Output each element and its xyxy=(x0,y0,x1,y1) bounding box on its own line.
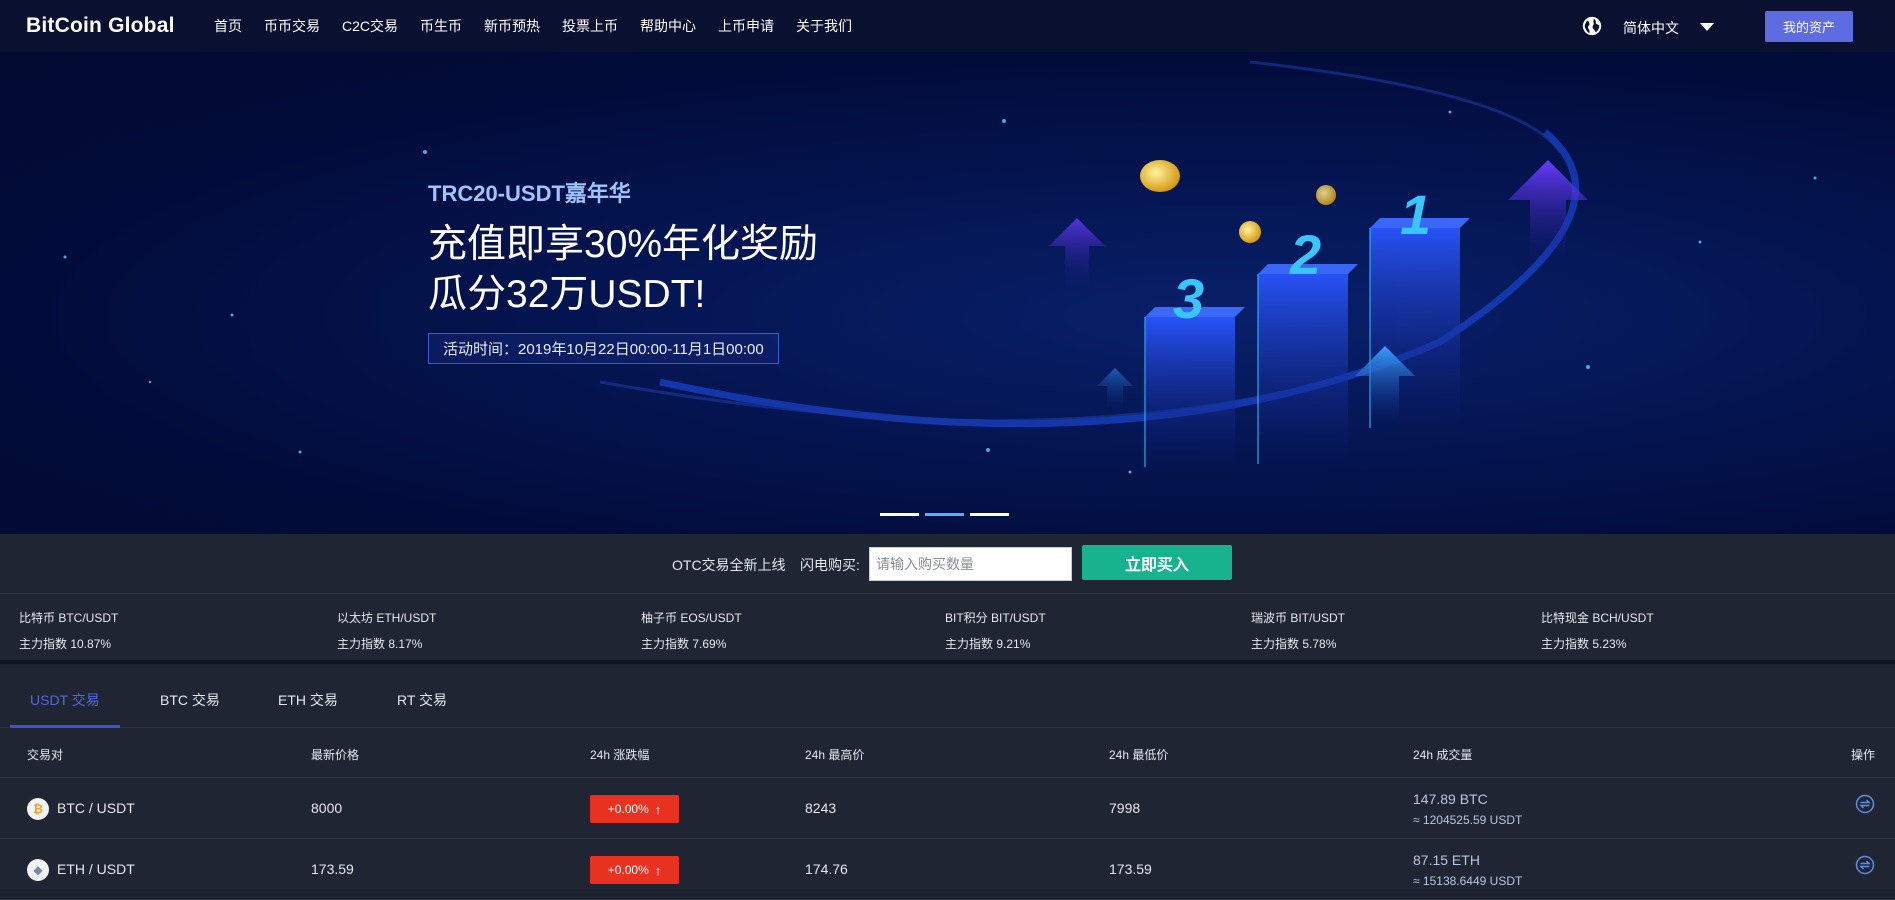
site-logo[interactable]: BitCoin Global xyxy=(26,14,175,38)
nav-links: 首页 币币交易 C2C交易 币生币 新币预热 投票上币 帮助中心 上币申请 关于… xyxy=(214,16,874,36)
row-high: 8243 xyxy=(805,800,837,816)
nav-link-about-us[interactable]: 关于我们 xyxy=(796,16,852,36)
carousel-dot[interactable] xyxy=(880,513,919,516)
ticker-index: 主力指数 7.69% xyxy=(641,637,727,651)
nav-link-home[interactable]: 首页 xyxy=(214,16,242,36)
tab-eth-trade[interactable]: ETH 交易 xyxy=(278,690,338,710)
podium-number-1: 1 xyxy=(1400,183,1431,246)
otc-quick-buy-bar: OTC交易全新上线 闪电购买: 立即买入 xyxy=(0,534,1895,594)
change-value: +0.00% xyxy=(607,863,649,877)
row-pair[interactable]: BTC / USDT xyxy=(57,800,135,816)
row-volume: 147.89 BTC xyxy=(1413,791,1488,807)
col-24h-low: 24h 最低价 xyxy=(1109,748,1169,762)
nav-link-spot-trade[interactable]: 币币交易 xyxy=(264,16,320,36)
col-24h-high: 24h 最高价 xyxy=(805,748,865,762)
bitcoin-icon: ₿ xyxy=(27,798,49,820)
ticker-index: 主力指数 5.23% xyxy=(1541,637,1627,651)
col-24h-volume: 24h 成交量 xyxy=(1413,748,1473,762)
nav-link-c2c-trade[interactable]: C2C交易 xyxy=(342,16,398,36)
nav-link-help-center[interactable]: 帮助中心 xyxy=(640,16,696,36)
banner-subtitle: TRC20-USDT嘉年华 xyxy=(428,181,631,206)
language-selector[interactable]: 简体中文 xyxy=(1623,18,1679,38)
banner-headline-line2: 瓜分32万USDT! xyxy=(428,273,706,316)
col-actions: 操作 xyxy=(1851,748,1876,762)
banner-illustration: 1 2 3 xyxy=(63,60,1817,474)
change-badge: +0.00% ↑ xyxy=(590,795,679,823)
row-pair[interactable]: ETH / USDT xyxy=(57,861,135,877)
banner-headline: 充值即享30%年化奖励 瓜分32万USDT! xyxy=(428,220,818,320)
carousel-indicators xyxy=(880,513,1009,516)
market-tabs: USDT 交易 BTC 交易 ETH 交易 RT 交易 xyxy=(0,668,1895,728)
row-low: 173.59 xyxy=(1109,861,1152,877)
carousel-dot-active[interactable] xyxy=(925,513,964,516)
row-volume: 87.15 ETH xyxy=(1413,852,1480,868)
ticker-item[interactable]: 柚子币 EOS/USDT 主力指数 7.69% xyxy=(641,609,742,652)
nav-link-coin-earn[interactable]: 币生币 xyxy=(420,16,462,36)
table-header: 交易对 最新价格 24h 涨跌幅 24h 最高价 24h 最低价 24h 成交量… xyxy=(0,728,1895,778)
row-volume-usdt: ≈ 15138.6449 USDT xyxy=(1413,874,1523,888)
ticker-item[interactable]: 比特现金 BCH/USDT 主力指数 5.23% xyxy=(1541,609,1654,652)
arrow-up-icon: ↑ xyxy=(654,801,662,817)
carousel-dot[interactable] xyxy=(970,513,1009,516)
col-24h-change: 24h 涨跌幅 xyxy=(590,748,650,762)
podium-number-2: 2 xyxy=(1289,223,1321,286)
table-row[interactable]: ₿ BTC / USDT 8000 +0.00% ↑ 8243 7998 147… xyxy=(0,778,1895,839)
podium-number-3: 3 xyxy=(1173,267,1204,330)
row-price: 8000 xyxy=(311,800,343,816)
chevron-down-icon[interactable] xyxy=(1700,23,1714,31)
market-panel: USDT 交易 BTC 交易 ETH 交易 RT 交易 交易对 最新价格 24h… xyxy=(0,668,1895,900)
ticker-pair: BIT积分 BIT/USDT xyxy=(945,611,1046,625)
col-last-price: 最新价格 xyxy=(311,748,360,762)
tab-btc-trade[interactable]: BTC 交易 xyxy=(160,690,220,710)
ticker-index: 主力指数 5.78% xyxy=(1251,637,1337,651)
banner-headline-line1: 充值即享30%年化奖励 xyxy=(428,223,819,266)
buy-now-button[interactable]: 立即买入 xyxy=(1082,545,1232,580)
tab-rt-trade[interactable]: RT 交易 xyxy=(397,690,447,710)
change-value: +0.00% xyxy=(607,802,649,816)
ticker-pair: 比特现金 BCH/USDT xyxy=(1541,611,1654,625)
row-price: 173.59 xyxy=(311,861,354,877)
ticker-pair: 以太坊 ETH/USDT xyxy=(337,611,437,625)
arrow-up-icon: ↑ xyxy=(654,862,662,878)
ticker-item[interactable]: 比特币 BTC/USDT 主力指数 10.87% xyxy=(19,609,118,652)
banner-event-time: 活动时间：2019年10月22日00:00-11月1日00:00 xyxy=(428,333,779,364)
ticker-index: 主力指数 9.21% xyxy=(945,637,1031,651)
ethereum-icon: ◆ xyxy=(27,859,49,881)
ticker-pair: 比特币 BTC/USDT xyxy=(19,611,119,625)
my-assets-button[interactable]: 我的资产 xyxy=(1765,11,1853,42)
row-high: 174.76 xyxy=(805,861,848,877)
trade-action-icon[interactable] xyxy=(1855,794,1875,814)
table-row[interactable]: ◆ ETH / USDT 173.59 +0.00% ↑ 174.76 173.… xyxy=(0,839,1895,900)
globe-icon[interactable] xyxy=(1581,15,1603,37)
ticker-index: 主力指数 8.17% xyxy=(337,637,423,651)
quick-buy-label: 闪电购买: xyxy=(800,557,860,573)
nav-link-new-coin-preview[interactable]: 新币预热 xyxy=(484,16,540,36)
trade-action-icon[interactable] xyxy=(1855,855,1875,875)
ticker-pair: 瑞波币 BIT/USDT xyxy=(1251,611,1346,625)
ticker-pair: 柚子币 EOS/USDT xyxy=(641,611,742,625)
tab-usdt-trade[interactable]: USDT 交易 xyxy=(30,690,100,710)
ticker-item[interactable]: BIT积分 BIT/USDT 主力指数 9.21% xyxy=(945,609,1046,652)
change-badge: +0.00% ↑ xyxy=(590,856,679,884)
buy-amount-input[interactable] xyxy=(869,547,1072,581)
promo-banner[interactable]: 1 2 3 TRC20-USDT嘉年华 充值即享30%年化奖励 瓜分32万USD… xyxy=(0,52,1895,534)
ticker-index: 主力指数 10.87% xyxy=(19,637,112,651)
row-low: 7998 xyxy=(1109,800,1141,816)
nav-link-listing-apply[interactable]: 上币申请 xyxy=(718,16,774,36)
otc-announcement[interactable]: OTC交易全新上线 xyxy=(672,555,786,575)
nav-link-vote-listing[interactable]: 投票上币 xyxy=(562,16,618,36)
col-pair: 交易对 xyxy=(27,748,64,762)
top-navigation: BitCoin Global 首页 币币交易 C2C交易 币生币 新币预热 投票… xyxy=(0,0,1895,52)
row-volume-usdt: ≈ 1204525.59 USDT xyxy=(1413,813,1523,827)
market-index-ticker: 比特币 BTC/USDT 主力指数 10.87% 以太坊 ETH/USDT 主力… xyxy=(0,594,1895,664)
ticker-item[interactable]: 瑞波币 BIT/USDT 主力指数 5.78% xyxy=(1251,609,1345,652)
ticker-item[interactable]: 以太坊 ETH/USDT 主力指数 8.17% xyxy=(337,609,436,652)
